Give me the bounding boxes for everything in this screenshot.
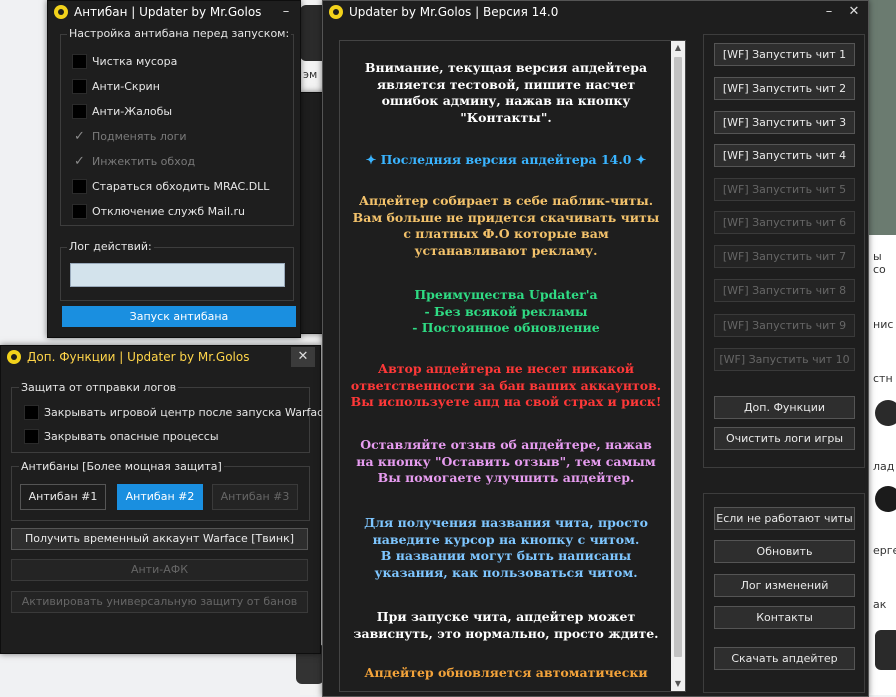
checkbox[interactable]	[72, 179, 87, 194]
option-label: Анти-Скрин	[92, 80, 160, 93]
window-title: Updater by Mr.Golos | Версия 14.0	[349, 5, 559, 19]
close-button[interactable]: ✕	[842, 2, 866, 22]
antiban-window: Антибан | Updater by Mr.Golos – Настройк…	[47, 0, 301, 338]
option-label: Закрывать игровой центр после запуска Wa…	[44, 406, 330, 419]
news-warning: Внимание, текущая версия апдейтера являе…	[364, 60, 648, 125]
cheat-5-button: [WF] Запустить чит 5	[714, 178, 855, 201]
start-antiban-button[interactable]: Запуск антибана	[62, 306, 296, 327]
download-updater-button[interactable]: Скачать апдейтер	[714, 647, 855, 670]
group-label: Лог действий:	[67, 240, 154, 253]
background-fragment: стн	[873, 372, 893, 385]
option-label: Чистка мусора	[92, 55, 178, 68]
cheat-10-button: [WF] Запустить чит 10	[714, 348, 855, 371]
option-label: Стараться обходить MRAC.DLL	[92, 180, 270, 193]
window-title: Доп. Функции | Updater by Mr.Golos	[27, 350, 250, 364]
log-field[interactable]	[70, 263, 285, 287]
updater-logo-icon	[7, 350, 21, 364]
universal-protection-button: Активировать универсальную защиту от бан…	[11, 591, 308, 613]
news-autoupdate: Апдейтер обновляется автоматически	[364, 665, 648, 680]
news-scrollbar[interactable]: ▲ ▼	[671, 41, 685, 691]
background-fragment: ак	[873, 598, 887, 611]
checkbox[interactable]	[72, 104, 87, 119]
functions-window: Доп. Функции | Updater by Mr.Golos ✕ Защ…	[0, 345, 330, 654]
background-fragment: ерге	[873, 544, 896, 557]
cheats-not-working-button[interactable]: Если не работают читы	[714, 507, 855, 530]
background-image-strip	[866, 0, 896, 235]
option-label: Закрывать опасные процессы	[44, 430, 219, 443]
scroll-down-icon[interactable]: ▼	[671, 677, 685, 691]
option-label: Инжектить обход	[92, 155, 196, 168]
background-avatar	[875, 486, 896, 512]
antiban-1-button[interactable]: Антибан #1	[20, 484, 106, 510]
checkbox[interactable]	[72, 204, 87, 219]
cheat-6-button: [WF] Запустить чит 6	[714, 211, 855, 234]
changelog-button[interactable]: Лог изменений	[714, 574, 855, 597]
background-fragment: нис	[873, 318, 894, 331]
temp-account-button[interactable]: Получить временный аккаунт Warface [Твин…	[11, 528, 308, 550]
clear-game-logs-button[interactable]: Очистить логи игры	[714, 427, 855, 450]
cheat-2-button[interactable]: [WF] Запустить чит 2	[714, 77, 855, 100]
news-about: Апдейтер собирает в себе паблик-читы. Ва…	[352, 193, 660, 258]
log-protection-group	[11, 387, 310, 453]
checkbox[interactable]	[24, 405, 39, 420]
news-latest-version: ✦ Последняя версия апдейтера 14.0 ✦	[365, 152, 647, 167]
checkbox[interactable]	[72, 79, 87, 94]
group-label: Настройка антибана перед запуском:	[67, 27, 292, 40]
checkbox[interactable]	[24, 429, 39, 444]
antiban-2-button[interactable]: Антибан #2	[117, 484, 203, 510]
option-label: Подменять логи	[92, 130, 187, 143]
window-title: Антибан | Updater by Mr.Golos	[74, 5, 262, 19]
updater-logo-icon	[329, 5, 343, 19]
option-label: Анти-Жалобы	[92, 105, 173, 118]
updater-titlebar[interactable]: Updater by Mr.Golos | Версия 14.0 – ✕	[323, 1, 868, 23]
group-label: Защита от отправки логов	[19, 381, 179, 394]
news-freeze: При запуске чита, апдейтер может зависну…	[353, 609, 659, 641]
group-label: Антибаны [Более мощная защита]	[19, 460, 224, 473]
checkmark-icon: ✓	[72, 154, 87, 169]
scroll-up-icon[interactable]: ▲	[671, 41, 685, 55]
background-avatar	[875, 630, 896, 670]
contacts-button[interactable]: Контакты	[714, 606, 855, 629]
scroll-thumb[interactable]	[674, 57, 682, 657]
background-fragment: лад	[873, 460, 895, 473]
background-avatar	[875, 400, 896, 426]
checkmark-icon: ✓	[72, 129, 87, 144]
news-feedback: Оставляйте отзыв об апдейтере, нажав на …	[356, 437, 656, 485]
close-button[interactable]: ✕	[291, 347, 315, 367]
extra-functions-button[interactable]: Доп. Функции	[714, 396, 855, 419]
news-disclaimer: Автор апдейтера не несет никакой ответст…	[350, 361, 662, 409]
cheat-9-button: [WF] Запустить чит 9	[714, 314, 855, 337]
news-advantages: Преимущества Updater'a - Без всякой рекл…	[412, 287, 600, 335]
cheat-8-button: [WF] Запустить чит 8	[714, 279, 855, 302]
cheat-4-button[interactable]: [WF] Запустить чит 4	[714, 144, 855, 167]
background-fragment: эм	[303, 68, 318, 81]
checkbox[interactable]	[72, 54, 87, 69]
antiban-3-button: Антибан #3	[212, 484, 298, 510]
cheat-1-button[interactable]: [WF] Запустить чит 1	[714, 43, 855, 66]
refresh-button[interactable]: Обновить	[714, 540, 855, 563]
minimize-button[interactable]: –	[274, 2, 298, 22]
cheat-3-button[interactable]: [WF] Запустить чит 3	[714, 111, 855, 134]
background-fragment: ы со	[873, 250, 886, 276]
updater-logo-icon	[54, 5, 68, 19]
news-hints: Для получения названия чита, просто наве…	[364, 515, 648, 580]
option-label: Отключение служб Mail.ru	[92, 205, 245, 218]
cheat-7-button: [WF] Запустить чит 7	[714, 245, 855, 268]
minimize-button[interactable]: –	[817, 2, 841, 22]
news-panel: Внимание, текущая версия апдейтера являе…	[339, 40, 686, 692]
antiban-titlebar[interactable]: Антибан | Updater by Mr.Golos –	[48, 1, 300, 23]
functions-titlebar[interactable]: Доп. Функции | Updater by Mr.Golos ✕	[1, 346, 320, 368]
anti-afk-button: Анти-АФК	[11, 559, 308, 581]
